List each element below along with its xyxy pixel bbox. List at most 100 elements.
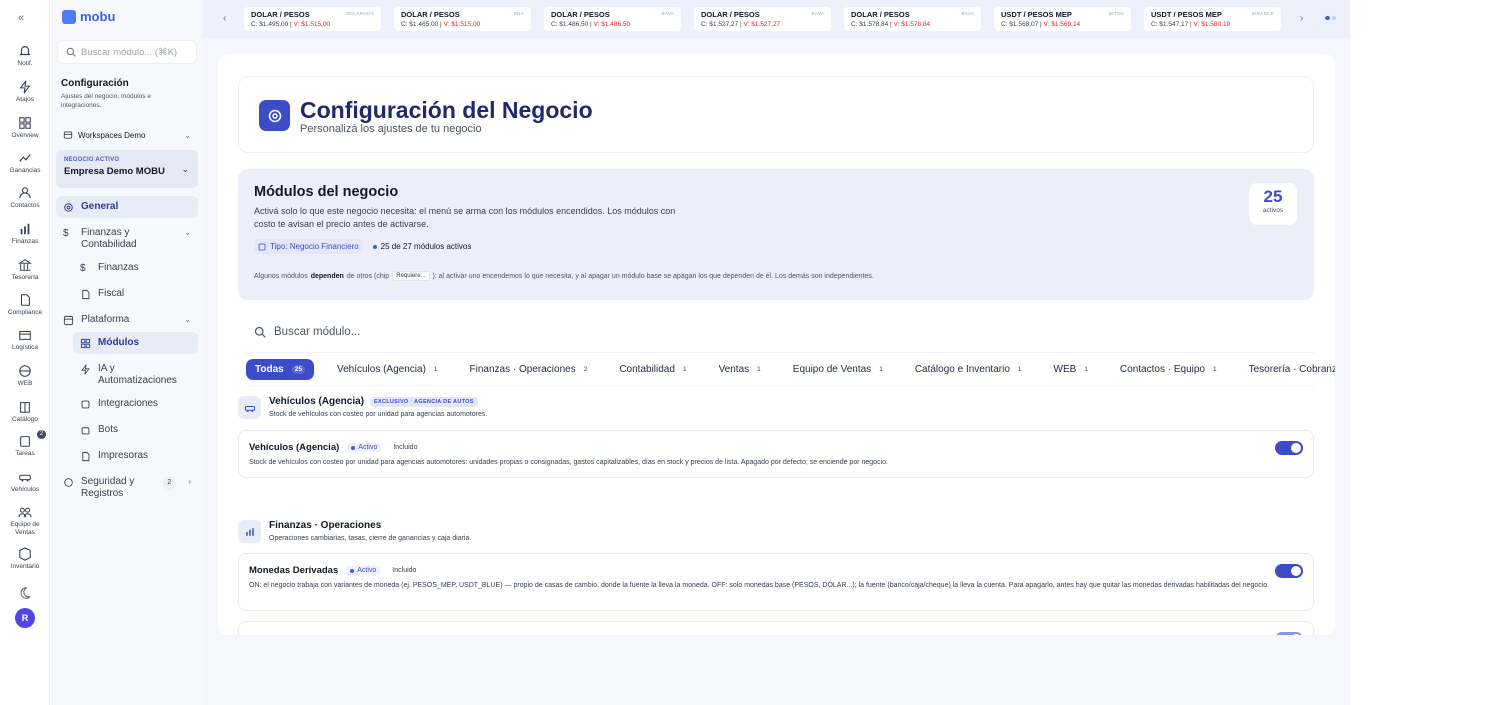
rail-item-logística[interactable]: Logística — [0, 328, 50, 352]
sidebar-item-label: Impresoras — [98, 450, 149, 461]
sidebar-item-fiscal[interactable]: Fiscal — [73, 283, 198, 305]
group-title: Vehículos (Agencia) — [269, 396, 365, 407]
bank-icon — [18, 259, 32, 271]
sidebar-item-label: Integraciones — [98, 398, 159, 409]
included-label: Incluido — [393, 444, 418, 451]
module-search-input[interactable]: Buscar módulo... — [246, 312, 1314, 352]
filter-count: 1 — [757, 365, 761, 373]
rail-item-atajos[interactable]: Atajos — [0, 80, 50, 104]
ticker-card[interactable]: USDT / PESOS MEP BINANCE C: $1.547,17 | V:… — [1144, 7, 1281, 31]
rail-item-contactos[interactable]: Contactos — [0, 186, 50, 210]
sidebar-search-input[interactable]: Buscar módulo... (⌘K) — [57, 40, 197, 64]
rail-item-overview[interactable]: Overview — [0, 116, 50, 140]
module-toggle[interactable] — [1275, 564, 1303, 578]
filter-tab[interactable]: Todas 25 — [246, 358, 314, 380]
module-toggle[interactable] — [1275, 441, 1303, 455]
sidebar-item-finanzas-contabilidad[interactable]: $ Finanzas y Contabilidad ⌄ — [56, 222, 198, 256]
sidebar-item-impresoras[interactable]: Impresoras — [73, 445, 198, 467]
rail-item-label: Catálogo — [11, 416, 39, 423]
sell-rate: V: $1.527,27 — [743, 21, 781, 28]
sidebar-item-plataforma[interactable]: Plataforma ⌄ — [56, 309, 198, 331]
rail-item-label: Ganancias — [9, 167, 41, 174]
chevron-left-icon[interactable]: ‹ — [223, 13, 226, 24]
sidebar-item-finanzas[interactable]: $ Finanzas — [73, 257, 198, 279]
clipboard-icon — [20, 436, 30, 447]
filter-tab[interactable]: Vehículos (Agencia) 1 — [328, 359, 447, 380]
rail-item-tesorería[interactable]: Tesorería — [0, 258, 50, 282]
rail-item-vehículos[interactable]: Vehículos — [0, 470, 50, 494]
rail-item-label: Tareas — [15, 450, 35, 457]
rail-item-equipo-de-ventas[interactable]: Equipo de Ventas — [0, 505, 50, 537]
ticker-card[interactable]: DOLAR / PESOS BNA C: $1.465,00 | V: $1.515… — [394, 7, 531, 31]
filter-tab[interactable]: Ventas 1 — [710, 359, 770, 380]
ticker-card[interactable]: DOLAR / PESOS BAVA C: $1.486,50 | V: $1.48… — [544, 7, 681, 31]
module-toggle[interactable] — [1275, 632, 1303, 635]
sell-rate: V: $1.569,14 — [1043, 21, 1081, 28]
sidebar-item-general[interactable]: General — [56, 196, 198, 218]
group-subtitle: Stock de vehículos con costeo por unidad… — [269, 411, 488, 418]
workspace-icon — [63, 131, 73, 139]
bolt-icon — [19, 80, 31, 94]
category-filters: Todas 25 Vehículos (Agencia) 1 Finanzas · Op… — [246, 352, 1335, 386]
modules-summary: Módulos del negocio Activá solo lo que e… — [238, 169, 1314, 300]
sidebar-item-seguridad[interactable]: Seguridad y Registros 2 › — [56, 471, 198, 505]
filter-tab[interactable]: Tesorería · Cobranzas y Caja4 — [1240, 359, 1335, 380]
ticker-card[interactable]: USDT / PESOS MEP BITSO C: $1.568,07 | V: $… — [994, 7, 1131, 31]
rail-item-compliance[interactable]: Compliance — [0, 293, 50, 317]
ticker-card[interactable]: DOLAR / PESOS BAVA C: $1.578,84 | V: $1.57… — [844, 7, 981, 31]
icon-rail: « Notif. Atajos Overview Ganancias Contactos… — [0, 0, 50, 705]
rail-item-notif-[interactable]: Notif. — [0, 44, 50, 68]
sidebar-item-label: Finanzas — [98, 262, 139, 273]
rail-item-ganancias[interactable]: Ganancias — [0, 151, 50, 175]
page-subtitle: Personalizá los ajustes de tu negocio — [300, 123, 482, 135]
buy-rate: C: $1.486,50 — [551, 21, 589, 28]
filter-tab[interactable]: Catálogo e Inventario 1 — [906, 359, 1031, 380]
sidebar-item-label: Bots — [98, 424, 119, 435]
box-icon — [19, 330, 31, 340]
modules-title: Módulos del negocio — [254, 184, 399, 200]
rail-item-tareas[interactable]: Tareas 2 — [0, 430, 50, 458]
rail-item-catálogo[interactable]: Catálogo — [0, 400, 50, 424]
sidebar-item-integraciones[interactable]: Integraciones — [73, 393, 198, 415]
app-logo[interactable]: mobu — [62, 9, 115, 24]
filter-tab[interactable]: Finanzas · Operaciones 2 — [461, 359, 597, 380]
rail-item-inventario[interactable]: Inventario — [0, 547, 50, 571]
ticker-pagination[interactable] — [1325, 16, 1336, 20]
workspace-selector[interactable]: Workspaces Demo ⌄ — [63, 130, 191, 140]
layout-icon — [63, 315, 74, 326]
avatar[interactable]: R — [15, 608, 35, 628]
ticker-card[interactable]: DOLAR / PESOS BAVA C: $1.527,27 | V: $1.52… — [694, 7, 831, 31]
dollar-icon: $ — [80, 263, 86, 274]
rate-source: BINANCE — [1251, 11, 1274, 16]
rate-source: BAVA — [661, 11, 674, 16]
active-business-selector[interactable]: NEGOCIO ACTIVO Empresa Demo MOBU ⌄ — [56, 150, 198, 188]
filter-tab[interactable]: Contactos · Equipo 1 — [1111, 359, 1226, 380]
chevron-right-icon[interactable]: › — [1300, 13, 1303, 24]
users-icon — [19, 187, 31, 199]
buy-rate: C: $1.465,00 — [401, 21, 439, 28]
buy-rate: C: $1.568,07 — [1001, 21, 1039, 28]
sidebar-item-modulos[interactable]: Módulos — [73, 332, 198, 354]
sidebar-item-ia[interactable]: IA y Automatizaciones — [73, 358, 198, 392]
currency-pair: DOLAR / PESOS — [401, 10, 460, 19]
theme-toggle[interactable] — [0, 586, 50, 600]
search-placeholder: Buscar módulo... — [274, 326, 361, 338]
module-row-next — [238, 621, 1314, 635]
car-icon — [238, 396, 261, 419]
collapse-icon[interactable]: « — [18, 12, 24, 24]
count-badge: 2 — [163, 476, 176, 490]
filter-tab[interactable]: WEB 1 — [1045, 359, 1097, 380]
rail-item-label: Tesorería — [11, 274, 39, 281]
rail-item-label: Inventario — [10, 563, 40, 570]
business-type-tag: Tipo: Negocio Financiero — [254, 239, 363, 254]
filter-tab[interactable]: Equipo de Ventas 1 — [784, 359, 892, 380]
rail-item-finanzas[interactable]: Finanzas — [0, 222, 50, 246]
rail-item-label: Notif. — [17, 60, 33, 67]
sell-rate: V: $1.580,19 — [1193, 21, 1231, 28]
rail-item-web[interactable]: WEB — [0, 364, 50, 388]
filter-tab[interactable]: Contabilidad 1 — [610, 359, 695, 380]
filter-label: Finanzas · Operaciones — [469, 363, 576, 375]
ticker-card[interactable]: DOLAR / PESOS DOLARHOY C: $1.495,00 | V: $… — [244, 7, 381, 31]
filter-count: 1 — [433, 365, 438, 373]
sidebar-item-bots[interactable]: Bots — [73, 419, 198, 441]
